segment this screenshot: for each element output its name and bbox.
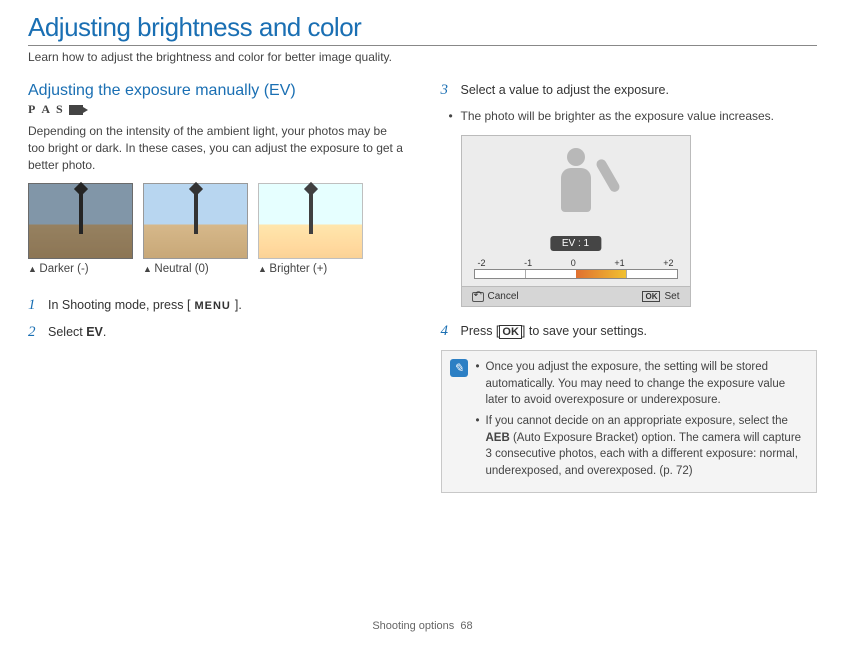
set-label: Set <box>664 291 679 302</box>
step-3-text: Select a value to adjust the exposure. <box>461 83 818 97</box>
ev-tick-plus2: +2 <box>663 258 673 268</box>
step-4: 4 Press [OK] to save your settings. <box>441 323 818 340</box>
ok-button-label: OK <box>499 325 522 339</box>
silhouette-figure <box>552 148 600 234</box>
step-3-number: 3 <box>441 82 455 99</box>
step-2-text-a: Select <box>48 325 86 339</box>
thumb-label-neutral: Neutral (0) <box>143 263 248 275</box>
right-column: 3 Select a value to adjust the exposure.… <box>441 82 818 493</box>
menu-button-label: MENU <box>190 300 234 312</box>
footer-page-number: 68 <box>460 620 472 632</box>
page-subtitle: Learn how to adjust the brightness and c… <box>28 50 817 64</box>
back-icon <box>472 292 484 302</box>
ev-value-badge: EV : 1 <box>550 236 601 251</box>
ev-tick-minus1: -1 <box>524 258 532 268</box>
step-2-text-b: . <box>103 325 106 339</box>
ev-fill-indicator <box>576 270 627 278</box>
left-column: Adjusting the exposure manually (EV) P A… <box>28 82 405 493</box>
ev-scale: -2 -1 0 +1 +2 <box>474 258 678 278</box>
ok-icon-small: OK <box>642 291 660 302</box>
example-thumb-darker <box>28 183 133 259</box>
step-1-text-a: In Shooting mode, press [ <box>48 298 190 312</box>
ev-tick-plus1: +1 <box>614 258 624 268</box>
intro-paragraph: Depending on the intensity of the ambien… <box>28 123 405 173</box>
ev-preview-screen: EV : 1 -2 -1 0 +1 +2 <box>461 135 691 307</box>
ev-tick-minus2: -2 <box>478 258 486 268</box>
ev-screen-footer: Cancel OK Set <box>462 286 690 306</box>
example-thumbnails <box>28 183 405 259</box>
mode-icons-row: P A S <box>28 102 405 117</box>
section-heading-ev: Adjusting the exposure manually (EV) <box>28 82 405 100</box>
mode-a-icon: A <box>41 102 50 117</box>
ev-scale-bar <box>474 269 678 279</box>
footer-section: Shooting options <box>372 620 454 632</box>
step-4-text-b: ] to save your settings. <box>522 324 647 338</box>
step-4-number: 4 <box>441 323 455 340</box>
step-1-number: 1 <box>28 297 42 314</box>
step-2-ev-label: EV <box>86 325 103 339</box>
page-footer: Shooting options 68 <box>0 620 845 632</box>
thumb-label-darker: Darker (-) <box>28 263 133 275</box>
cancel-label: Cancel <box>488 291 519 302</box>
step-4-text-a: Press [ <box>461 324 500 338</box>
mode-video-icon <box>69 105 83 115</box>
note-box: ✎ Once you adjust the exposure, the sett… <box>441 350 818 493</box>
note-icon: ✎ <box>450 359 468 377</box>
aeb-label: AEB <box>486 432 510 444</box>
mode-p-icon: P <box>28 102 35 117</box>
step-1: 1 In Shooting mode, press [MENU]. <box>28 297 405 314</box>
note-bullet-1: Once you adjust the exposure, the settin… <box>476 359 807 409</box>
step-2: 2 Select EV. <box>28 324 405 341</box>
step-3-subtext: The photo will be brighter as the exposu… <box>461 109 818 123</box>
page-title: Adjusting brightness and color <box>28 12 817 46</box>
step-3: 3 Select a value to adjust the exposure. <box>441 82 818 99</box>
mode-s-icon: S <box>56 102 63 117</box>
step-2-number: 2 <box>28 324 42 341</box>
step-1-text-b: ]. <box>235 298 242 312</box>
note-bullet-2: If you cannot decide on an appropriate e… <box>476 413 807 480</box>
thumb-label-brighter: Brighter (+) <box>258 263 363 275</box>
ev-tick-zero: 0 <box>571 258 576 268</box>
example-thumb-neutral <box>143 183 248 259</box>
example-thumb-brighter <box>258 183 363 259</box>
